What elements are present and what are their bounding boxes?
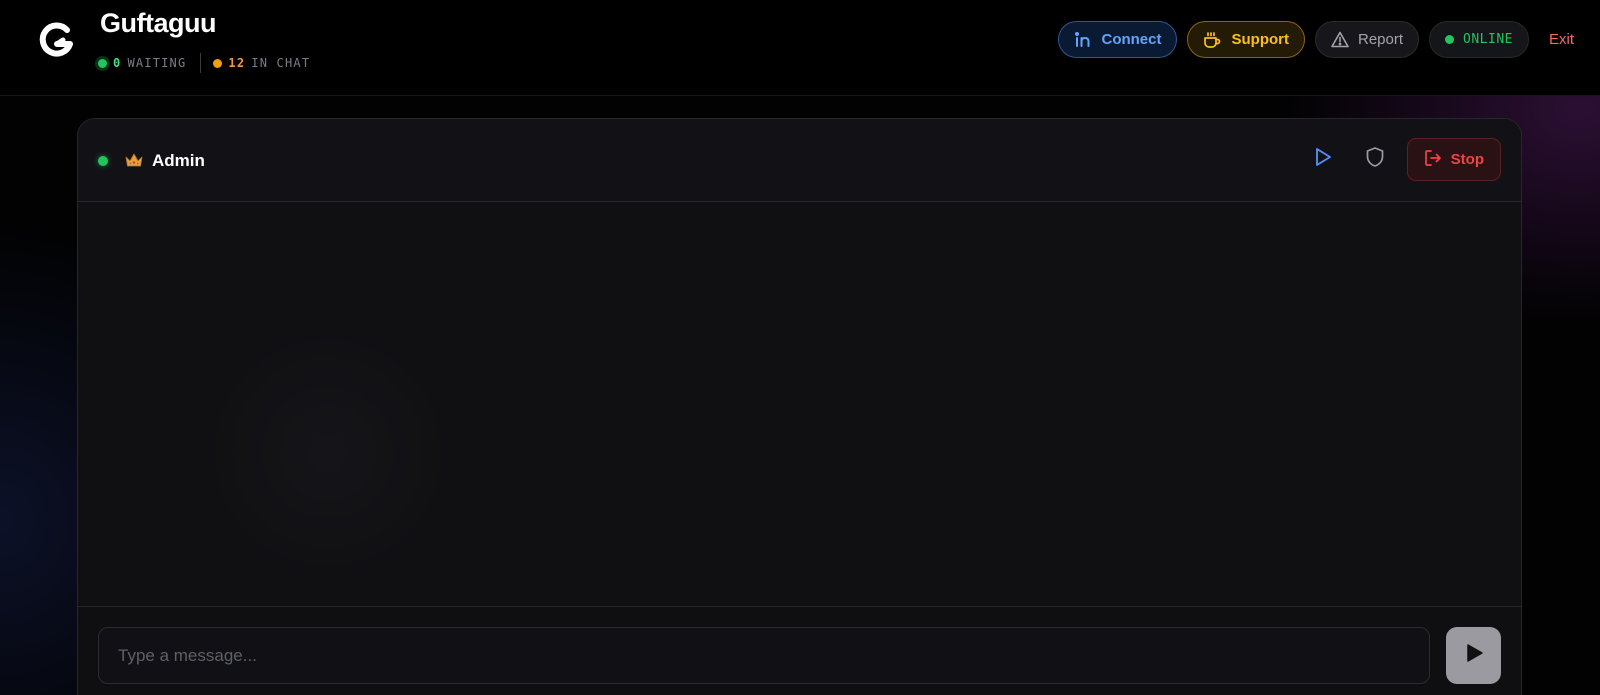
shield-icon (1364, 146, 1386, 173)
linkedin-icon (1074, 31, 1092, 49)
next-chat-button[interactable] (1297, 138, 1349, 181)
peer-online-dot-icon (98, 156, 108, 166)
report-button[interactable]: Report (1314, 21, 1420, 58)
report-label: Report (1357, 31, 1404, 48)
chat-panel: Admin Stop Type a message... (77, 118, 1522, 695)
in-chat-stat: 12 IN CHAT (213, 56, 310, 70)
stop-button[interactable]: Stop (1406, 138, 1501, 181)
app-page: Guftaguu 0 WAITING 12 IN CHAT Connect Su… (0, 0, 1600, 695)
warning-triangle-icon (1331, 31, 1349, 48)
stats-divider (200, 53, 202, 73)
online-status[interactable]: ONLINE (1429, 21, 1529, 58)
brand-name: Guftaguu (100, 8, 216, 38)
send-icon (1463, 642, 1485, 669)
logout-icon (1424, 149, 1442, 171)
send-button[interactable] (1446, 627, 1501, 684)
chat-header: Admin Stop (78, 119, 1521, 202)
chat-controls: Stop (1297, 138, 1501, 181)
waiting-stat: 0 WAITING (98, 56, 186, 70)
message-input[interactable] (98, 627, 1430, 684)
presence-stats: 0 WAITING 12 IN CHAT (98, 52, 310, 74)
peer-name: Admin (152, 151, 205, 170)
header-actions: Connect Support Report ONLINE Exit (1058, 21, 1574, 58)
message-composer (78, 606, 1521, 695)
connect-label: Connect (1101, 31, 1162, 48)
waiting-count: 0 (113, 56, 122, 70)
top-header: Guftaguu 0 WAITING 12 IN CHAT Connect Su… (0, 0, 1600, 96)
in-chat-label: IN CHAT (251, 56, 311, 70)
crown-icon (124, 151, 144, 169)
safety-button[interactable] (1349, 138, 1401, 181)
exit-button[interactable]: Exit (1549, 31, 1574, 48)
g-logo-icon[interactable] (36, 20, 76, 60)
online-dot-icon (1445, 35, 1455, 44)
connect-button[interactable]: Connect (1058, 21, 1178, 58)
waiting-label: WAITING (127, 56, 187, 70)
play-icon (1312, 146, 1334, 173)
stop-label: Stop (1450, 151, 1484, 168)
online-label: ONLINE (1463, 32, 1513, 47)
in-chat-dot-icon (213, 58, 223, 68)
in-chat-count: 12 (228, 56, 246, 70)
coffee-cup-icon (1203, 31, 1222, 49)
message-list[interactable] (78, 203, 1521, 605)
support-label: Support (1231, 31, 1289, 48)
waiting-dot-icon (98, 58, 107, 68)
support-button[interactable]: Support (1187, 21, 1305, 58)
